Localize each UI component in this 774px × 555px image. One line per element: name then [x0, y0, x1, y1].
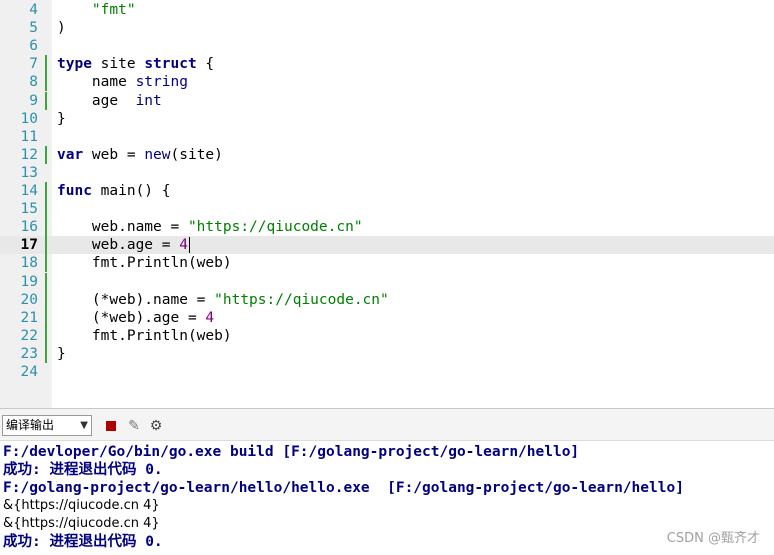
settings-button[interactable]: ⚙: [148, 418, 164, 434]
change-marker: [45, 254, 47, 273]
line-number: 13: [20, 164, 38, 181]
change-marker: [45, 55, 47, 74]
console-line: 成功: 进程退出代码 0.: [3, 462, 163, 478]
change-marker: [45, 182, 47, 200]
line-number: 6: [29, 38, 38, 55]
change-marker: [45, 344, 47, 363]
gear-icon: ⚙: [149, 418, 163, 434]
code-line[interactable]: 24: [0, 363, 774, 381]
console-line: F:/golang-project/go-learn/hello/hello.e…: [3, 480, 684, 496]
code-text[interactable]: fmt.Println(web): [57, 254, 232, 272]
code-line[interactable]: 22 fmt.Println(web): [0, 326, 774, 345]
code-text[interactable]: (*web).name = "https://qiucode.cn": [57, 291, 389, 309]
clear-icon: ✎: [128, 418, 140, 434]
line-number: 21: [20, 309, 38, 326]
line-number: 12: [20, 146, 38, 163]
line-number: 24: [20, 364, 38, 380]
change-marker: [45, 308, 47, 327]
console-line: F:/devloper/Go/bin/go.exe build [F:/gola…: [3, 444, 580, 460]
code-line[interactable]: 20 (*web).name = "https://qiucode.cn": [0, 290, 774, 309]
console-line: &{https://qiucode.cn 4}: [3, 498, 160, 513]
clear-output-button[interactable]: ✎: [126, 418, 142, 434]
code-text[interactable]: var web = new(site): [57, 146, 223, 164]
code-text[interactable]: fmt.Println(web): [57, 327, 232, 345]
code-line[interactable]: 15: [0, 200, 774, 219]
change-marker: [45, 272, 47, 291]
change-marker: [45, 236, 47, 255]
code-text[interactable]: }: [57, 345, 66, 363]
output-toolbar: 编译输出 ▼ ✎ ⚙: [0, 408, 774, 441]
code-line[interactable]: 10}: [0, 110, 774, 128]
code-text[interactable]: age int: [57, 92, 162, 110]
change-marker: [45, 91, 47, 110]
line-number: 4: [29, 2, 38, 18]
code-line[interactable]: 17 web.age = 4: [0, 236, 774, 255]
change-marker: [45, 290, 47, 309]
change-marker: [45, 200, 47, 219]
code-text[interactable]: type site struct {: [57, 55, 214, 73]
code-text[interactable]: name string: [57, 73, 188, 91]
code-editor[interactable]: 4 "fmt" 5) 6 7 type site struct {8 name stri…: [0, 0, 774, 408]
line-number: 16: [20, 219, 38, 236]
code-text[interactable]: ): [57, 19, 66, 37]
console-line: &{https://qiucode.cn 4}: [3, 516, 160, 531]
text-caret: [188, 237, 190, 254]
code-text[interactable]: func main() {: [57, 182, 171, 200]
stop-button[interactable]: [103, 418, 119, 434]
code-line[interactable]: 6: [0, 37, 774, 55]
stop-icon: [106, 421, 116, 431]
change-marker: [45, 218, 47, 237]
line-number: 22: [20, 327, 38, 344]
line-number: 14: [20, 183, 38, 199]
code-line[interactable]: 4 "fmt": [0, 1, 774, 19]
change-marker: [45, 326, 47, 345]
code-line[interactable]: 11: [0, 128, 774, 146]
code-line[interactable]: 19: [0, 272, 774, 291]
output-console[interactable]: F:/devloper/Go/bin/go.exe build [F:/gola…: [0, 441, 774, 555]
line-number: 19: [20, 273, 38, 290]
line-number: 11: [20, 128, 38, 145]
code-line[interactable]: 14 func main() {: [0, 182, 774, 200]
code-text[interactable]: }: [57, 110, 66, 128]
code-line[interactable]: 18 fmt.Println(web): [0, 254, 774, 273]
output-select[interactable]: 编译输出 ▼: [2, 415, 92, 436]
code-text[interactable]: "fmt": [57, 1, 136, 19]
code-line[interactable]: 7 type site struct {: [0, 55, 774, 74]
output-select-label: 编译输出: [6, 418, 55, 432]
change-marker: [45, 73, 47, 92]
code-line[interactable]: 5): [0, 19, 774, 37]
line-number: 17: [20, 237, 38, 254]
watermark: CSDN @甄齐才: [666, 531, 760, 546]
line-number: 23: [20, 345, 38, 362]
line-number: 7: [29, 56, 38, 73]
code-line[interactable]: 8 name string: [0, 73, 774, 92]
console-line: 成功: 进程退出代码 0.: [3, 534, 163, 550]
code-line[interactable]: 16 web.name = "https://qiucode.cn": [0, 218, 774, 237]
code-text[interactable]: web.age = 4: [57, 236, 190, 254]
code-line[interactable]: 21 (*web).age = 4: [0, 308, 774, 327]
code-text[interactable]: (*web).age = 4: [57, 309, 214, 327]
code-line[interactable]: 12 var web = new(site): [0, 145, 774, 164]
code-line[interactable]: 23}: [0, 344, 774, 363]
line-number: 18: [20, 255, 38, 272]
line-number: 8: [29, 74, 38, 91]
line-number: 9: [29, 92, 38, 109]
code-line[interactable]: 13: [0, 164, 774, 182]
line-number: 10: [20, 110, 38, 127]
line-number: 5: [29, 20, 38, 37]
code-line[interactable]: 9 age int: [0, 91, 774, 110]
chevron-down-icon: ▼: [80, 420, 88, 431]
change-marker: [45, 145, 47, 164]
code-text[interactable]: web.name = "https://qiucode.cn": [57, 218, 363, 236]
line-number: 20: [20, 291, 38, 308]
line-number: 15: [20, 201, 38, 218]
